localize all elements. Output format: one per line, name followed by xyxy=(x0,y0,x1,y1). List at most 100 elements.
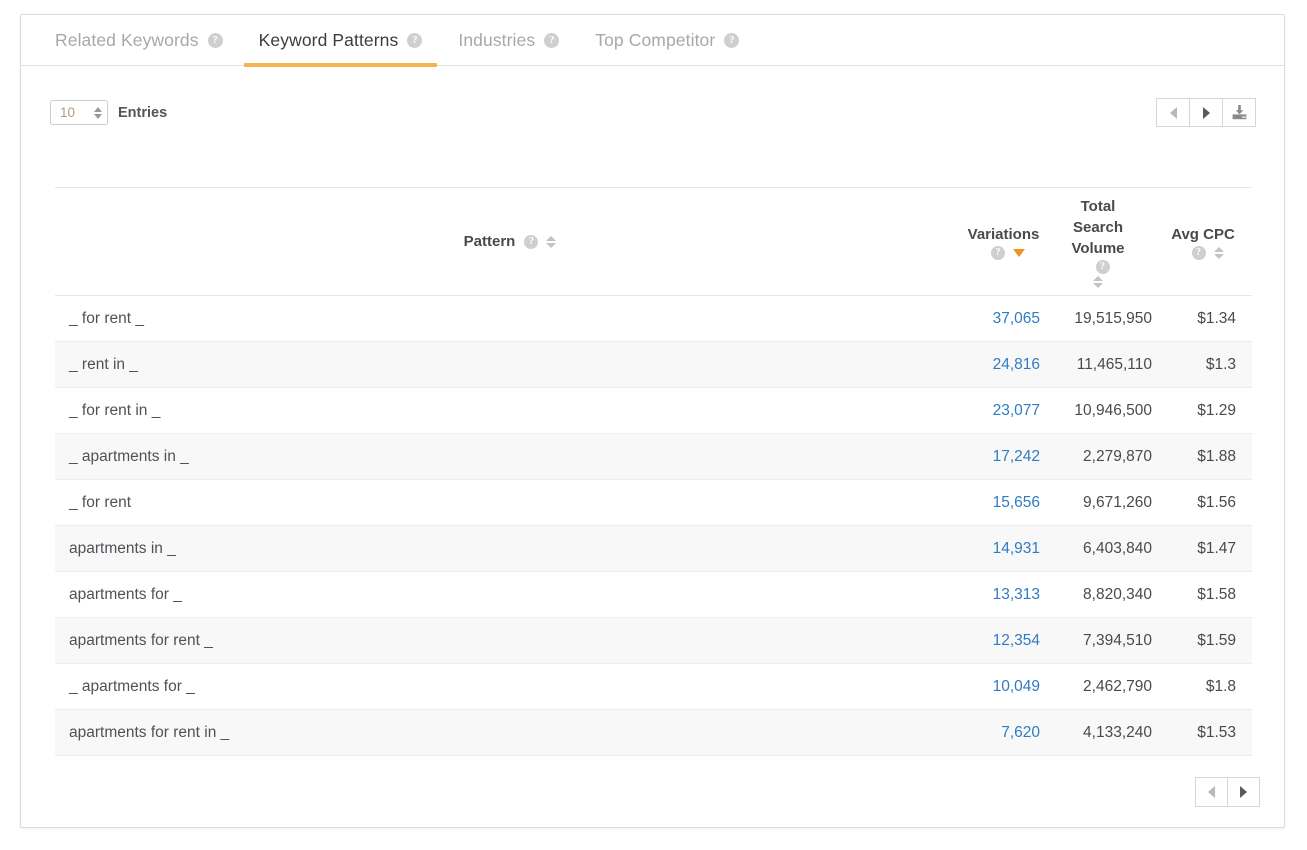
entries-stepper[interactable]: 10 xyxy=(50,100,108,125)
table-row[interactable]: _ for rent in _ 23,077 10,946,500 $1.29 xyxy=(55,388,1252,434)
help-icon[interactable]: ? xyxy=(724,32,740,48)
cell-total-search-volume: 19,515,950 xyxy=(1074,309,1152,327)
variations-link[interactable]: 13,313 xyxy=(993,586,1040,603)
tab-bar: Related Keywords ? Keyword Patterns ? In… xyxy=(21,15,1284,67)
cell-variations: 12,354 xyxy=(965,618,1042,664)
table-row[interactable]: apartments for rent in _ 7,620 4,133,240 $1… xyxy=(55,709,1252,756)
cell-variations: 17,242 xyxy=(965,434,1042,480)
help-icon[interactable]: ? xyxy=(524,234,539,249)
tab-related-keywords[interactable]: Related Keywords ? xyxy=(37,15,241,66)
next-page-button-top[interactable] xyxy=(1189,98,1223,127)
table-row[interactable]: apartments for _ 13,313 8,820,340 $1.58 xyxy=(55,572,1252,618)
sort-toggle-icon[interactable] xyxy=(1213,246,1224,259)
caret-down-icon xyxy=(1213,253,1224,259)
cell-total-search-volume: 8,820,340 xyxy=(1083,585,1152,603)
table-row[interactable]: apartments for rent _ 12,354 7,394,510 $1.5… xyxy=(55,617,1252,664)
tab-label: Top Competitor xyxy=(595,29,716,50)
sort-toggle-icon[interactable] xyxy=(546,235,557,248)
help-icon[interactable]: ? xyxy=(1095,259,1110,274)
next-page-button-bottom[interactable] xyxy=(1227,777,1260,807)
variations-link[interactable]: 7,620 xyxy=(1001,724,1040,741)
column-header-pattern[interactable]: Pattern ? xyxy=(55,188,965,296)
cell-pattern: _ rent in _ xyxy=(69,355,138,373)
stepper-arrows-icon[interactable] xyxy=(94,106,102,119)
caret-down-icon xyxy=(546,242,557,248)
variations-link[interactable]: 15,656 xyxy=(993,494,1040,511)
entries-label: Entries xyxy=(118,104,168,121)
cell-pattern: apartments for _ xyxy=(69,585,182,603)
cell-total-search-volume: 2,279,870 xyxy=(1083,447,1152,465)
column-header-variations[interactable]: Variations ? xyxy=(965,188,1042,296)
help-icon[interactable]: ? xyxy=(1191,245,1206,260)
cell-total-search-volume: 11,465,110 xyxy=(1076,355,1152,373)
help-icon[interactable]: ? xyxy=(544,32,560,48)
cell-total-search-volume: 9,671,260 xyxy=(1083,493,1152,511)
caret-down-icon[interactable] xyxy=(94,113,102,119)
cell-avg-cpc: $1.8 xyxy=(1205,677,1236,695)
toolbar-buttons xyxy=(1156,98,1256,127)
sort-descending-icon[interactable] xyxy=(1013,248,1025,257)
variations-link[interactable]: 23,077 xyxy=(993,402,1040,419)
help-icon[interactable]: ? xyxy=(407,32,423,48)
tab-industries[interactable]: Industries ? xyxy=(440,15,577,66)
cell-variations: 24,816 xyxy=(965,342,1042,388)
tab-top-competitor[interactable]: Top Competitor ? xyxy=(577,15,757,66)
cell-variations: 37,065 xyxy=(965,296,1042,342)
prev-page-button-bottom[interactable] xyxy=(1195,777,1228,807)
variations-link[interactable]: 17,242 xyxy=(993,448,1040,465)
column-header-total-search-volume[interactable]: Total Search Volume ? xyxy=(1042,188,1154,296)
table-row[interactable]: _ rent in _ 24,816 11,465,110 $1.3 xyxy=(55,341,1252,388)
cell-total-search-volume: 4,133,240 xyxy=(1083,723,1152,741)
table-row[interactable]: _ apartments in _ 17,242 2,279,870 $1.88 xyxy=(55,433,1252,480)
entries-value: 10 xyxy=(60,105,76,120)
cell-variations: 15,656 xyxy=(965,480,1042,526)
table-body: _ for rent _ 37,065 19,515,950 $1.34 _ rent … xyxy=(55,296,1252,756)
cell-avg-cpc: $1.47 xyxy=(1197,539,1236,557)
variations-link[interactable]: 12,354 xyxy=(993,632,1040,649)
column-header-avg-cpc[interactable]: Avg CPC ? xyxy=(1154,188,1252,296)
cell-variations: 7,620 xyxy=(965,710,1042,756)
bottom-pagination xyxy=(1195,777,1260,807)
cell-total-search-volume: 10,946,500 xyxy=(1074,401,1152,419)
tab-label: Industries xyxy=(458,29,536,50)
keyword-patterns-table: Pattern ? Variations ? Total Search Volu… xyxy=(55,187,1252,756)
variations-link[interactable]: 10,049 xyxy=(993,678,1040,695)
cell-pattern: apartments for rent _ xyxy=(69,631,213,649)
download-button[interactable] xyxy=(1222,98,1256,127)
cell-avg-cpc: $1.34 xyxy=(1197,309,1236,327)
cell-total-search-volume: 6,403,840 xyxy=(1083,539,1152,557)
cell-avg-cpc: $1.59 xyxy=(1197,631,1236,649)
triangle-right-icon xyxy=(1202,106,1210,119)
table-row[interactable]: _ apartments for _ 10,049 2,462,790 $1.8 xyxy=(55,664,1252,710)
cell-pattern: _ apartments in _ xyxy=(69,447,189,465)
table-header-row: Pattern ? Variations ? Total Search Volu… xyxy=(55,187,1252,296)
tab-keyword-patterns[interactable]: Keyword Patterns ? xyxy=(241,15,441,67)
help-icon[interactable]: ? xyxy=(207,32,223,48)
caret-up-icon[interactable] xyxy=(94,106,102,112)
prev-page-button-top[interactable] xyxy=(1156,98,1190,127)
caret-up-icon xyxy=(546,235,557,241)
variations-link[interactable]: 24,816 xyxy=(993,356,1040,373)
table-row[interactable]: _ for rent 15,656 9,671,260 $1.56 xyxy=(55,480,1252,526)
table-row[interactable]: _ for rent _ 37,065 19,515,950 $1.34 xyxy=(55,296,1252,342)
column-label: Variations xyxy=(967,225,1040,243)
caret-down-icon xyxy=(1013,248,1025,257)
triangle-right-icon xyxy=(1240,786,1247,798)
download-icon xyxy=(1232,105,1246,120)
entries-control: 10 Entries xyxy=(50,100,167,125)
sort-toggle-icon[interactable] xyxy=(1093,275,1103,288)
cell-pattern: _ for rent in _ xyxy=(69,401,161,419)
table-head: Pattern ? Variations ? Total Search Volu… xyxy=(55,187,1252,296)
table-row[interactable]: apartments in _ 14,931 6,403,840 $1.47 xyxy=(55,525,1252,572)
cell-pattern: _ apartments for _ xyxy=(69,677,195,695)
help-icon[interactable]: ? xyxy=(991,245,1005,260)
tab-label: Related Keywords xyxy=(55,29,199,50)
keyword-analysis-card: Related Keywords ? Keyword Patterns ? In… xyxy=(20,14,1285,828)
variations-link[interactable]: 14,931 xyxy=(993,540,1040,557)
cell-pattern: apartments in _ xyxy=(69,539,176,557)
cell-avg-cpc: $1.29 xyxy=(1197,401,1236,419)
column-label: Avg CPC xyxy=(1171,225,1235,243)
cell-total-search-volume: 2,462,790 xyxy=(1083,677,1152,695)
variations-link[interactable]: 37,065 xyxy=(993,310,1040,327)
column-label: Pattern xyxy=(463,233,516,250)
